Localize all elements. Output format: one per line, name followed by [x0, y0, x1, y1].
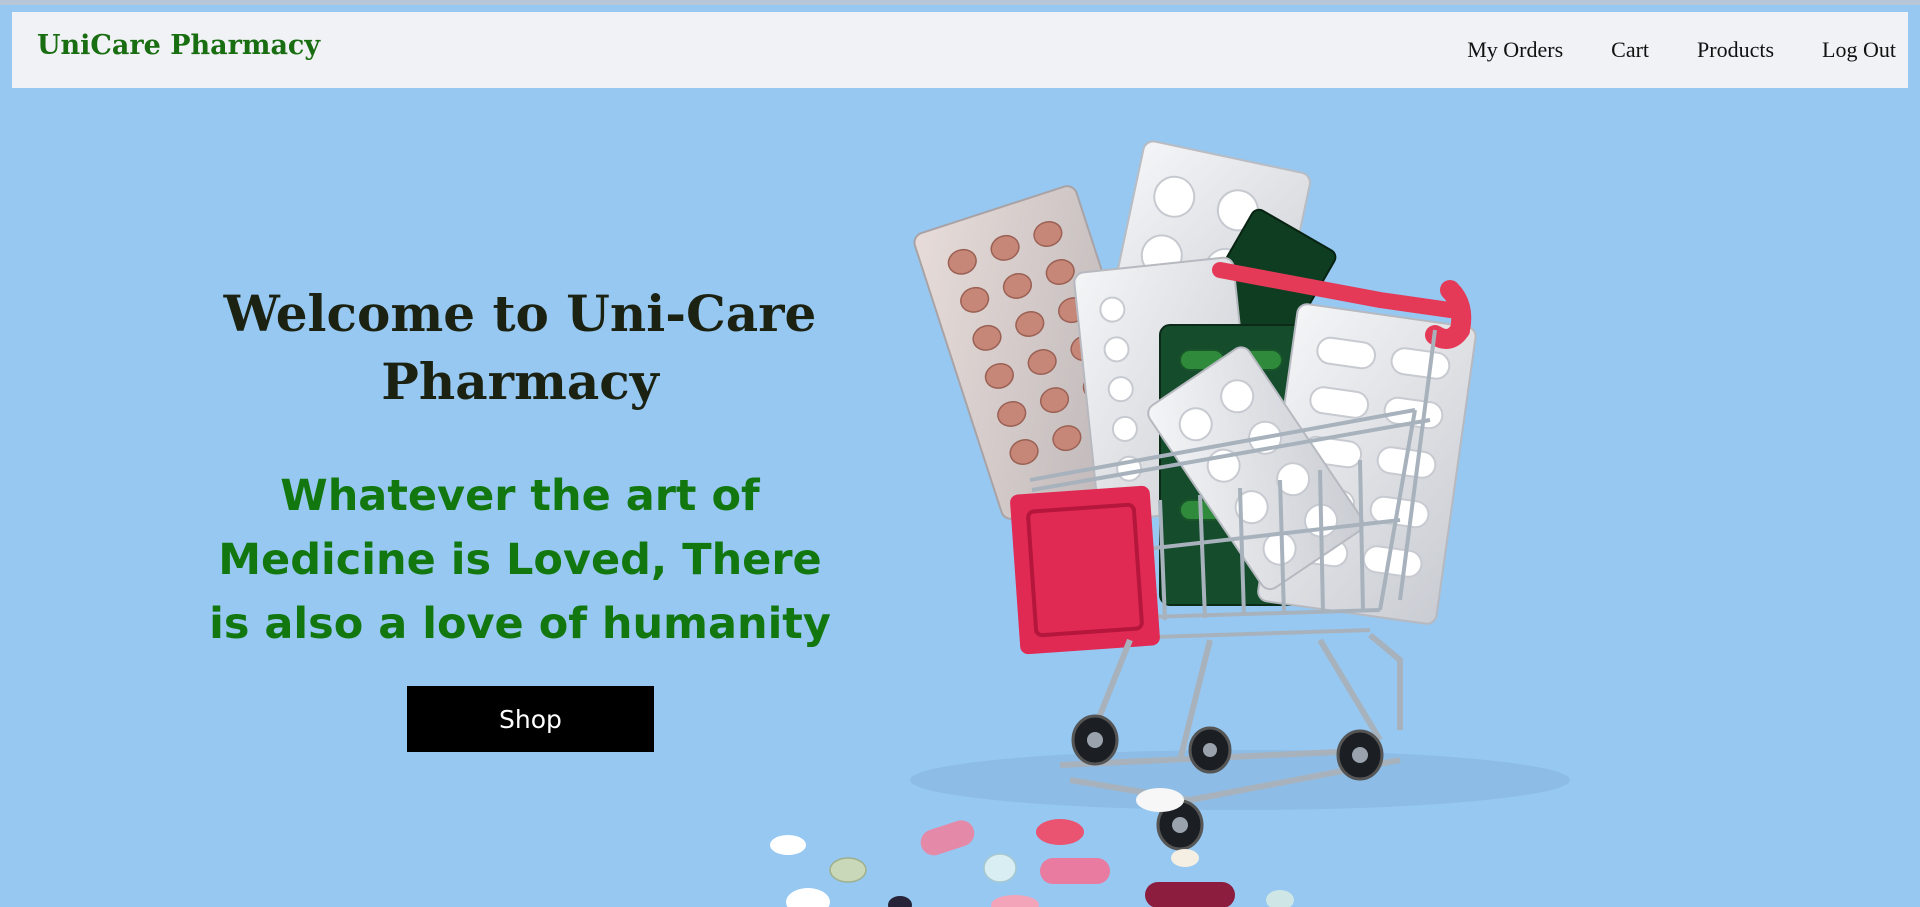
hero-cart-image [770, 140, 1570, 907]
navbar: UniCare Pharmacy My Orders Cart Products… [12, 12, 1908, 88]
hero-tagline: Whatever the art of Medicine is Loved, T… [209, 471, 831, 649]
brand-logo[interactable]: UniCare Pharmacy [37, 30, 320, 61]
nav-log-out[interactable]: Log Out [1822, 37, 1896, 63]
main-nav: My Orders Cart Products Log Out [1419, 12, 1908, 88]
shop-button[interactable]: Shop [407, 686, 654, 752]
nav-my-orders[interactable]: My Orders [1467, 37, 1563, 63]
nav-cart[interactable]: Cart [1611, 37, 1649, 63]
nav-products[interactable]: Products [1697, 37, 1774, 63]
window-top-strip [0, 0, 1920, 5]
cart-red-plate [1010, 485, 1160, 655]
